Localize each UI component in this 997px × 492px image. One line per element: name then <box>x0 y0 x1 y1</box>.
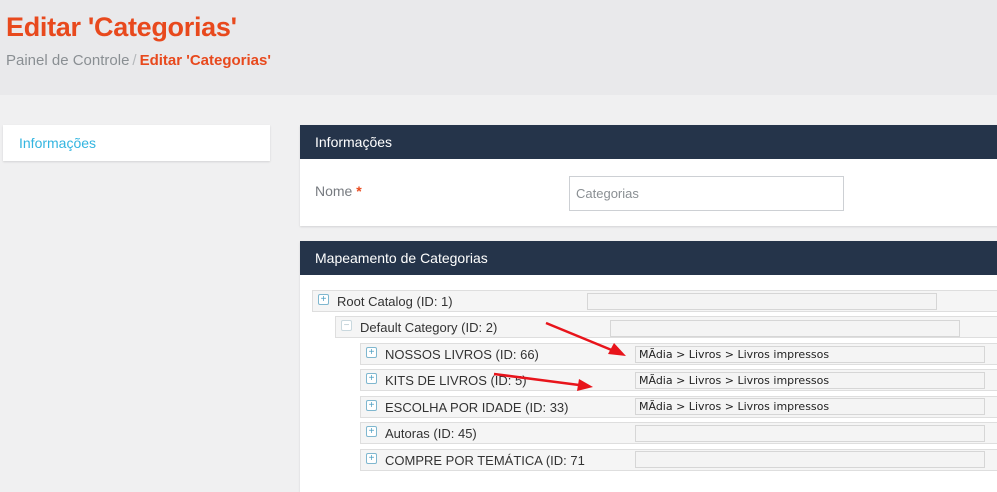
name-field-label: Nome * <box>315 183 362 199</box>
breadcrumb-root-link[interactable]: Painel de Controle <box>6 52 129 69</box>
mapping-input-compre-por-tematica[interactable] <box>635 451 985 468</box>
info-panel-title: Informações <box>300 125 997 159</box>
tree-row-label: Default Category (ID: 2) <box>360 320 498 335</box>
tree-row-label: Autoras (ID: 45) <box>385 426 477 441</box>
mapping-input-escolha-por-idade[interactable]: MÃdia > Livros > Livros impressos <box>635 398 985 415</box>
plus-square-icon[interactable]: + <box>366 373 377 384</box>
tree-row-label: COMPRE POR TEMÁTICA (ID: 71) <box>385 453 585 468</box>
name-input[interactable] <box>569 176 844 211</box>
page-title: Editar 'Categorias' <box>6 12 237 42</box>
plus-square-icon[interactable]: + <box>366 453 377 464</box>
plus-square-icon[interactable]: + <box>366 347 377 358</box>
mapping-input-root-catalog[interactable] <box>587 293 937 310</box>
mapping-panel-title: Mapeamento de Categorias <box>300 241 997 275</box>
plus-square-icon[interactable]: + <box>366 426 377 437</box>
breadcrumb-current: Editar 'Categorias' <box>139 52 271 69</box>
tree-row-label: KITS DE LIVROS (ID: 5) <box>385 373 527 388</box>
mapping-input-kits-de-livros[interactable]: MÃdia > Livros > Livros impressos <box>635 372 985 389</box>
minus-square-icon[interactable]: − <box>341 320 352 331</box>
breadcrumb-separator: / <box>132 52 137 69</box>
tree-row-label: Root Catalog (ID: 1) <box>337 294 453 309</box>
plus-square-icon[interactable]: + <box>318 294 329 305</box>
mapping-input-autoras[interactable] <box>635 425 985 442</box>
name-label-text: Nome <box>315 183 353 199</box>
page-header: Editar 'Categorias' Painel de Controle / E… <box>0 0 997 95</box>
tree-row-label: ESCOLHA POR IDADE (ID: 33) <box>385 400 569 415</box>
mapping-input-default-category[interactable] <box>610 320 960 337</box>
required-mark: * <box>356 183 362 199</box>
sidebar-tab-informacoes[interactable]: Informações <box>3 125 270 161</box>
plus-square-icon[interactable]: + <box>366 400 377 411</box>
breadcrumb: Painel de Controle / Editar 'Categorias' <box>6 52 271 69</box>
info-panel: Informações Nome * <box>300 125 997 226</box>
mapping-input-nossos-livros[interactable]: MÃdia > Livros > Livros impressos <box>635 346 985 363</box>
tree-row-label: NOSSOS LIVROS (ID: 66) <box>385 347 539 362</box>
